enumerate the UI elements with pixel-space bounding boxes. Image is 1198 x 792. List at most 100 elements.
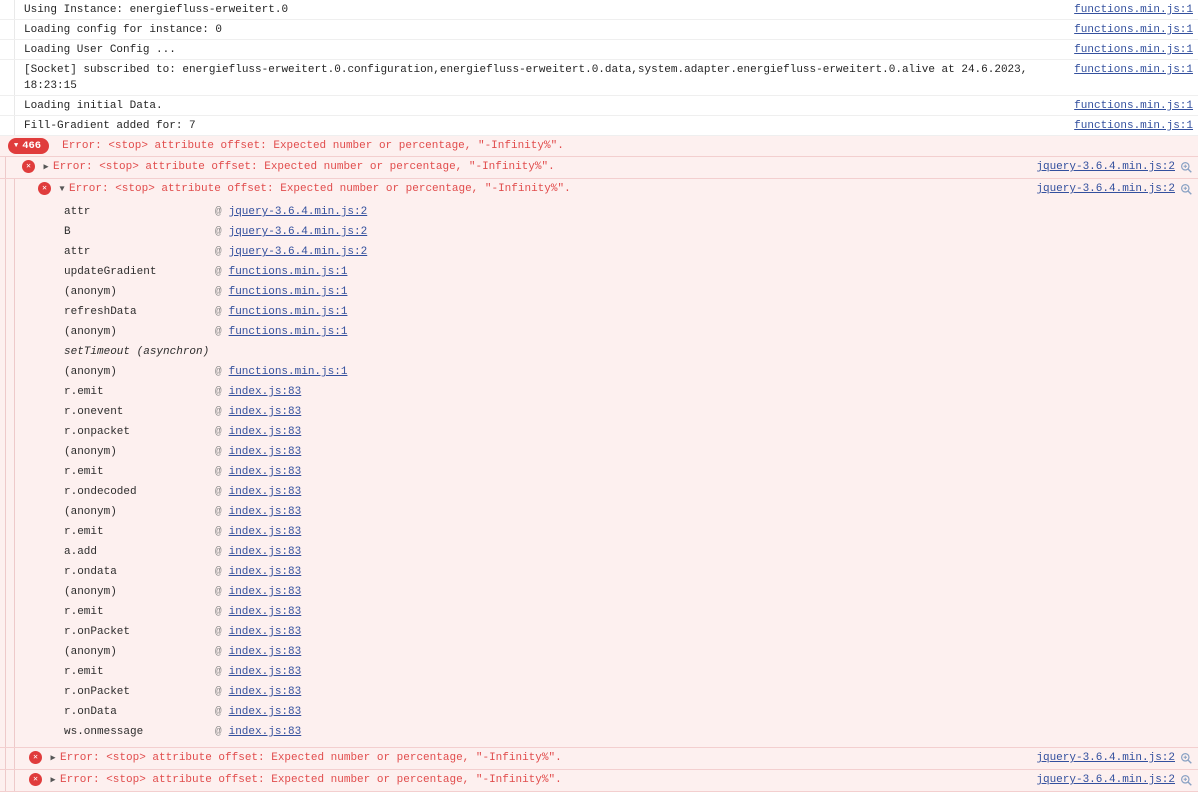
console-log-row: Fill-Gradient added for: 7 functions.min… <box>0 116 1198 136</box>
error-message: Error: <stop> attribute offset: Expected… <box>62 140 564 152</box>
stack-source-link[interactable]: jquery-3.6.4.min.js:2 <box>229 244 368 260</box>
at-symbol: @ <box>215 466 222 478</box>
stack-frame-row: (anonym) @ index.js:83 <box>64 642 1198 662</box>
stack-source-link[interactable]: index.js:83 <box>229 384 302 400</box>
stack-function-name: B <box>64 226 71 238</box>
stack-source-link[interactable]: index.js:83 <box>229 484 302 500</box>
stack-source-link[interactable]: functions.min.js:1 <box>229 364 348 380</box>
at-symbol: @ <box>215 226 222 238</box>
collapse-icon[interactable]: ▼ <box>57 181 67 197</box>
repeat-count-badge[interactable]: ▼ 466 <box>8 138 50 154</box>
stack-function-name: (anonym) <box>64 326 117 338</box>
stack-frame-row: attr @ jquery-3.6.4.min.js:2 <box>64 242 1198 262</box>
error-icon: ✕ <box>22 160 35 173</box>
stack-source-link[interactable]: index.js:83 <box>229 564 302 580</box>
stack-source-link[interactable]: index.js:83 <box>229 424 302 440</box>
stack-source-link[interactable]: index.js:83 <box>229 544 302 560</box>
log-message-text: Loading config for instance: 0 <box>24 24 223 36</box>
at-symbol: @ <box>215 366 222 378</box>
stack-function-name: (anonym) <box>64 286 117 298</box>
stack-function-name: attr <box>64 206 91 218</box>
stack-source-link[interactable]: index.js:83 <box>229 704 302 720</box>
stack-function-name: r.onData <box>64 706 117 718</box>
stack-source-link[interactable]: index.js:83 <box>229 584 302 600</box>
stack-source-link[interactable]: index.js:83 <box>229 604 302 620</box>
console-log-row: [Socket] subscribed to: energiefluss-erw… <box>0 60 1198 96</box>
stack-frame-row: r.emit @ index.js:83 <box>64 382 1198 402</box>
source-location-link[interactable]: functions.min.js:1 <box>1074 62 1193 78</box>
badge-count: 466 <box>22 140 42 152</box>
source-location-link[interactable]: functions.min.js:1 <box>1074 98 1193 114</box>
stack-source-link[interactable]: functions.min.js:1 <box>229 304 348 320</box>
stack-function-name: r.ondata <box>64 566 117 578</box>
stack-frame-row: r.onPacket @ index.js:83 <box>64 682 1198 702</box>
expand-icon[interactable]: ▶ <box>48 772 58 788</box>
error-row-collapsed: ✕ ▶ Error: <stop> attribute offset: Expe… <box>0 157 1198 179</box>
stack-source-link[interactable]: jquery-3.6.4.min.js:2 <box>229 224 368 240</box>
console-log-row: Loading User Config ... functions.min.js… <box>0 40 1198 60</box>
search-icon[interactable] <box>1180 752 1193 765</box>
stack-source-link[interactable]: index.js:83 <box>229 444 302 460</box>
stack-frame-row: attr @ jquery-3.6.4.min.js:2 <box>64 202 1198 222</box>
stack-function-name: (anonym) <box>64 366 117 378</box>
gutter-divider <box>14 116 15 135</box>
stack-source-link[interactable]: index.js:83 <box>229 464 302 480</box>
log-message-text: Loading initial Data. <box>24 100 163 112</box>
source-location-link[interactable]: jquery-3.6.4.min.js:2 <box>1036 750 1175 766</box>
error-message: Error: <stop> attribute offset: Expected… <box>69 183 571 195</box>
expand-icon[interactable]: ▶ <box>41 159 51 175</box>
search-icon[interactable] <box>1180 774 1193 787</box>
console-log-row: Loading initial Data. functions.min.js:1 <box>0 96 1198 116</box>
source-location-link[interactable]: functions.min.js:1 <box>1074 42 1193 58</box>
stack-function-name: r.onPacket <box>64 626 131 638</box>
stack-source-link[interactable]: functions.min.js:1 <box>229 284 348 300</box>
source-location-link[interactable]: functions.min.js:1 <box>1074 2 1193 18</box>
expand-icon[interactable]: ▶ <box>48 750 58 766</box>
search-icon[interactable] <box>1180 183 1193 196</box>
stack-function-name: r.emit <box>64 466 104 478</box>
stack-source-link[interactable]: functions.min.js:1 <box>229 264 348 280</box>
at-symbol: @ <box>215 426 222 438</box>
console-log-row: Using Instance: energiefluss-erweitert.0… <box>0 0 1198 20</box>
console-log-row: Loading config for instance: 0 functions… <box>0 20 1198 40</box>
at-symbol: @ <box>215 666 222 678</box>
source-location-link[interactable]: jquery-3.6.4.min.js:2 <box>1036 181 1175 197</box>
at-symbol: @ <box>215 486 222 498</box>
stack-frame-row: r.emit @ index.js:83 <box>64 662 1198 682</box>
devtools-console: Using Instance: energiefluss-erweitert.0… <box>0 0 1198 792</box>
stack-source-link[interactable]: index.js:83 <box>229 684 302 700</box>
source-location-link[interactable]: functions.min.js:1 <box>1074 118 1193 134</box>
stack-source-link[interactable]: functions.min.js:1 <box>229 324 348 340</box>
stack-function-name: ws.onmessage <box>64 726 144 738</box>
stack-source-link[interactable]: index.js:83 <box>229 624 302 640</box>
stack-source-link[interactable]: index.js:83 <box>229 524 302 540</box>
error-icon: ✕ <box>29 773 42 786</box>
indent-guide <box>14 748 15 769</box>
source-location-link[interactable]: functions.min.js:1 <box>1074 22 1193 38</box>
stack-frame-row: r.ondecoded @ index.js:83 <box>64 482 1198 502</box>
stack-frame-row: (anonym) @ index.js:83 <box>64 442 1198 462</box>
gutter-divider <box>14 40 15 59</box>
stack-frame-row: r.emit @ index.js:83 <box>64 602 1198 622</box>
stack-function-name: (anonym) <box>64 646 117 658</box>
stack-source-link[interactable]: index.js:83 <box>229 404 302 420</box>
source-location-link[interactable]: jquery-3.6.4.min.js:2 <box>1036 772 1175 788</box>
stack-source-link[interactable]: index.js:83 <box>229 504 302 520</box>
stack-source-link[interactable]: index.js:83 <box>229 664 302 680</box>
stack-source-link[interactable]: jquery-3.6.4.min.js:2 <box>229 204 368 220</box>
stack-source-link[interactable]: index.js:83 <box>229 644 302 660</box>
at-symbol: @ <box>215 206 222 218</box>
source-location-link[interactable]: jquery-3.6.4.min.js:2 <box>1036 159 1175 175</box>
log-message-text: Using Instance: energiefluss-erweitert.0 <box>24 4 289 16</box>
stack-trace: attr @ jquery-3.6.4.min.js:2 B @ jquery-… <box>0 199 1198 748</box>
stack-frame-row: r.onPacket @ index.js:83 <box>64 622 1198 642</box>
at-symbol: @ <box>215 586 222 598</box>
gutter-divider <box>14 20 15 39</box>
stack-function-name: r.emit <box>64 386 104 398</box>
at-symbol: @ <box>215 386 222 398</box>
gutter-divider <box>14 60 15 95</box>
search-icon[interactable] <box>1180 161 1193 174</box>
stack-source-link[interactable]: index.js:83 <box>229 724 302 740</box>
at-symbol: @ <box>215 646 222 658</box>
at-symbol: @ <box>215 286 222 298</box>
